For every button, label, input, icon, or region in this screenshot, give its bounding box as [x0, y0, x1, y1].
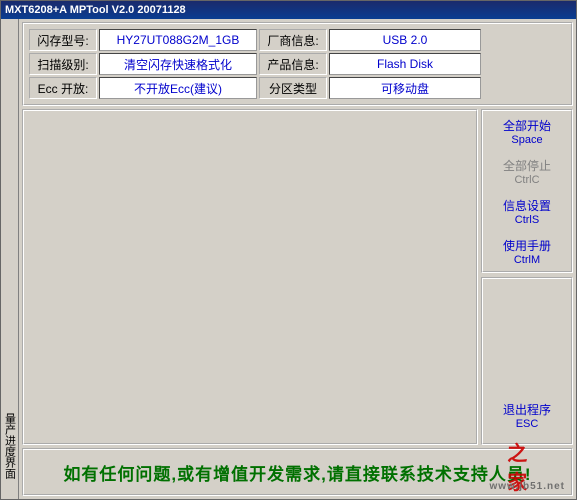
main-area: 闪存型号: HY27UT088G2M_1GB 厂商信息: USB 2.0 扫描级…: [19, 19, 576, 499]
actions-group: 全部开始 Space 全部停止 CtrlC 信息设置 CtrlS 使用手册: [481, 109, 573, 273]
product-label: 产品信息:: [259, 53, 327, 75]
stop-all-label: 全部停止: [503, 157, 551, 174]
part-value: 可移动盘: [329, 77, 481, 99]
start-all-shortcut: Space: [511, 134, 542, 146]
config-shortcut: CtrlS: [515, 214, 539, 226]
scan-label: 扫描级别:: [29, 53, 97, 75]
ecc-value: 不开放Ecc(建议): [99, 77, 257, 99]
footer-text: 如有任何问题,或有增值开发需求,请直接联系技术支持人员!: [63, 460, 531, 485]
ecc-label: Ecc 开放:: [29, 77, 97, 99]
progress-area: [22, 109, 478, 445]
exit-shortcut: ESC: [516, 418, 539, 430]
product-value: Flash Disk: [329, 53, 481, 75]
manual-label: 使用手册: [503, 237, 551, 254]
vendor-label: 厂商信息:: [259, 29, 327, 51]
watermark-url: www.jb51.net: [489, 481, 565, 492]
vendor-value: USB 2.0: [329, 29, 481, 51]
exit-button[interactable]: 退出程序 ESC: [483, 395, 571, 435]
titlebar: MXT6208+A MPTool V2.0 20071128: [1, 1, 576, 19]
manual-shortcut: CtrlM: [514, 254, 540, 266]
watermark-logo-icon: 之家: [507, 451, 547, 481]
flash-model-value: HY27UT088G2M_1GB: [99, 29, 257, 51]
mid-section: 全部开始 Space 全部停止 CtrlC 信息设置 CtrlS 使用手册: [22, 109, 573, 445]
exit-group: 退出程序 ESC: [481, 277, 573, 445]
app-window: MXT6208+A MPTool V2.0 20071128 量产进度界面 闪存…: [0, 0, 577, 500]
info-panel: 闪存型号: HY27UT088G2M_1GB 厂商信息: USB 2.0 扫描级…: [22, 22, 573, 106]
config-button[interactable]: 信息设置 CtrlS: [483, 191, 571, 231]
left-tab-strip[interactable]: 量产进度界面: [1, 19, 19, 499]
stop-all-shortcut: CtrlC: [514, 174, 539, 186]
start-all-label: 全部开始: [503, 117, 551, 134]
manual-button[interactable]: 使用手册 CtrlM: [483, 231, 571, 271]
config-label: 信息设置: [503, 197, 551, 214]
footer-message: 如有任何问题,或有增值开发需求,请直接联系技术支持人员! 之家 www.jb51…: [22, 448, 573, 496]
exit-label: 退出程序: [503, 401, 551, 418]
flash-model-label: 闪存型号:: [29, 29, 97, 51]
scan-value: 清空闪存快速格式化: [99, 53, 257, 75]
stop-all-button: 全部停止 CtrlC: [483, 151, 571, 191]
watermark: 之家 www.jb51.net: [489, 451, 565, 492]
window-body: 量产进度界面 闪存型号: HY27UT088G2M_1GB 厂商信息: USB …: [1, 19, 576, 499]
sidebar: 全部开始 Space 全部停止 CtrlC 信息设置 CtrlS 使用手册: [481, 109, 573, 445]
part-label: 分区类型: [259, 77, 327, 99]
start-all-button[interactable]: 全部开始 Space: [483, 111, 571, 151]
